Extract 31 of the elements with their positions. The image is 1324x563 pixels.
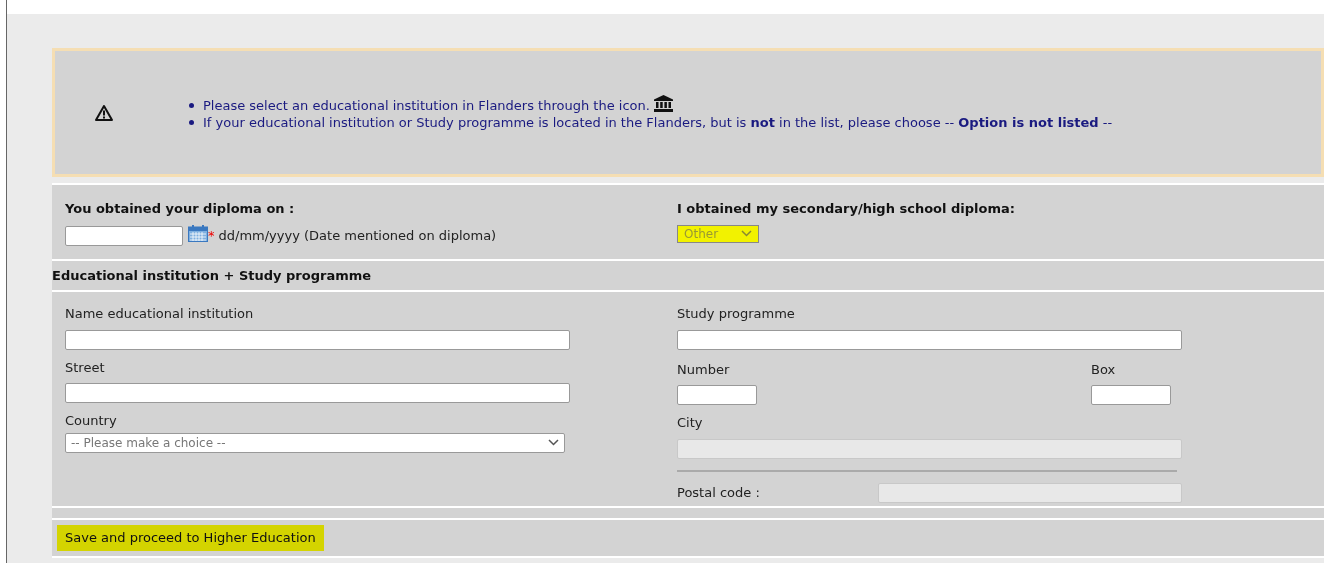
date-field[interactable]: [65, 226, 183, 246]
text-field[interactable]: [65, 383, 570, 403]
field-label: Number: [677, 360, 731, 379]
warning-icon: [95, 104, 113, 121]
chevron-down-icon: [741, 230, 752, 237]
institution-icon[interactable]: [653, 94, 673, 112]
diploma-date-label: You obtained your diploma on :: [65, 200, 296, 218]
required-mark: *: [208, 227, 215, 246]
save-button[interactable]: Save and proceed to Higher Education: [57, 525, 324, 551]
secondary-diploma-label: I obtained my secondary/high school diploma:: [677, 200, 1015, 218]
bullet-icon: [189, 102, 194, 108]
section-title: Educational institution + Study programme: [52, 266, 372, 285]
field-label: Box: [1091, 360, 1117, 379]
field-label: Study programme: [677, 305, 796, 323]
notice-text: If your educational institution or Study programme is located in the Flanders, but is not in the list, please choose -- Option is not listed --: [203, 113, 1113, 131]
text-field[interactable]: [65, 329, 570, 350]
diploma-select[interactable]: Other: [677, 224, 759, 243]
country-select[interactable]: -- Please make a choice --: [65, 432, 565, 453]
field-label: Street: [65, 358, 106, 377]
field-label: Name educational institution: [65, 305, 255, 323]
notice-text: Please select an educational institution in Flanders through the icon.: [203, 96, 650, 114]
box-field[interactable]: [1091, 385, 1171, 405]
bullet-icon: [189, 119, 194, 125]
number-field[interactable]: [677, 385, 757, 405]
chevron-down-icon: [548, 439, 559, 446]
field-label: City: [677, 414, 704, 432]
calendar-icon[interactable]: [188, 224, 208, 242]
field-label: Postal code :: [677, 483, 761, 502]
field-label: Country: [65, 412, 118, 430]
date-hint: dd/mm/yyyy (Date mentioned on diploma): [218, 227, 497, 246]
text-field[interactable]: [677, 329, 1182, 350]
